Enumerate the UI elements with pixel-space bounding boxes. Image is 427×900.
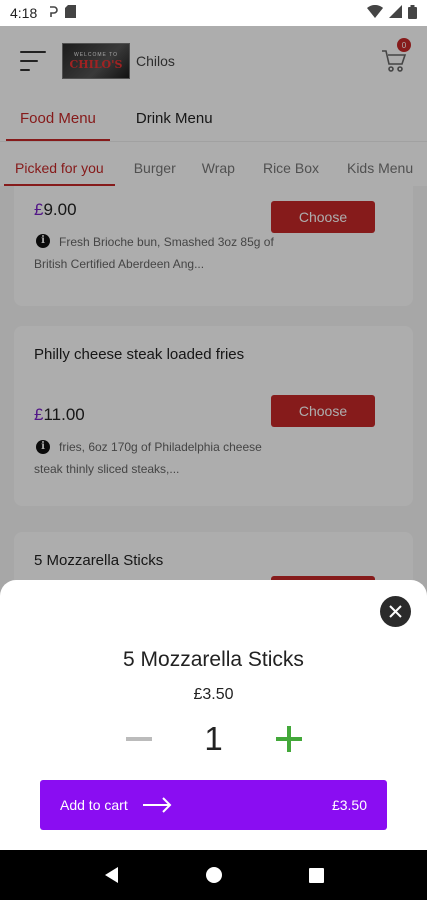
battery-icon <box>408 4 417 22</box>
home-icon[interactable] <box>205 867 222 883</box>
close-icon <box>389 605 402 618</box>
wifi-icon <box>367 4 383 21</box>
add-to-cart-button[interactable]: Add to cart £3.50 <box>40 780 387 830</box>
sheet-item-price: £3.50 <box>193 686 234 703</box>
add-to-cart-sheet: 5 Mozzarella Sticks £3.50 1 Add to cart … <box>0 580 427 850</box>
recents-icon[interactable] <box>308 867 324 883</box>
signal-icon <box>389 5 402 21</box>
sync-icon <box>47 5 59 22</box>
sd-card-icon <box>65 5 77 21</box>
add-to-cart-total: £3.50 <box>331 797 367 813</box>
arrow-right-icon <box>142 797 172 813</box>
back-icon[interactable] <box>103 866 119 884</box>
increase-quantity-button[interactable] <box>274 722 304 756</box>
sheet-item-title: 5 Mozzarella Sticks <box>123 648 304 671</box>
system-navigation-bar <box>0 850 427 900</box>
status-bar: 4:18 <box>0 0 427 26</box>
quantity-value: 1 <box>204 720 223 757</box>
status-time: 4:18 <box>10 5 38 21</box>
close-button[interactable] <box>380 596 411 627</box>
add-to-cart-label: Add to cart <box>60 797 128 813</box>
